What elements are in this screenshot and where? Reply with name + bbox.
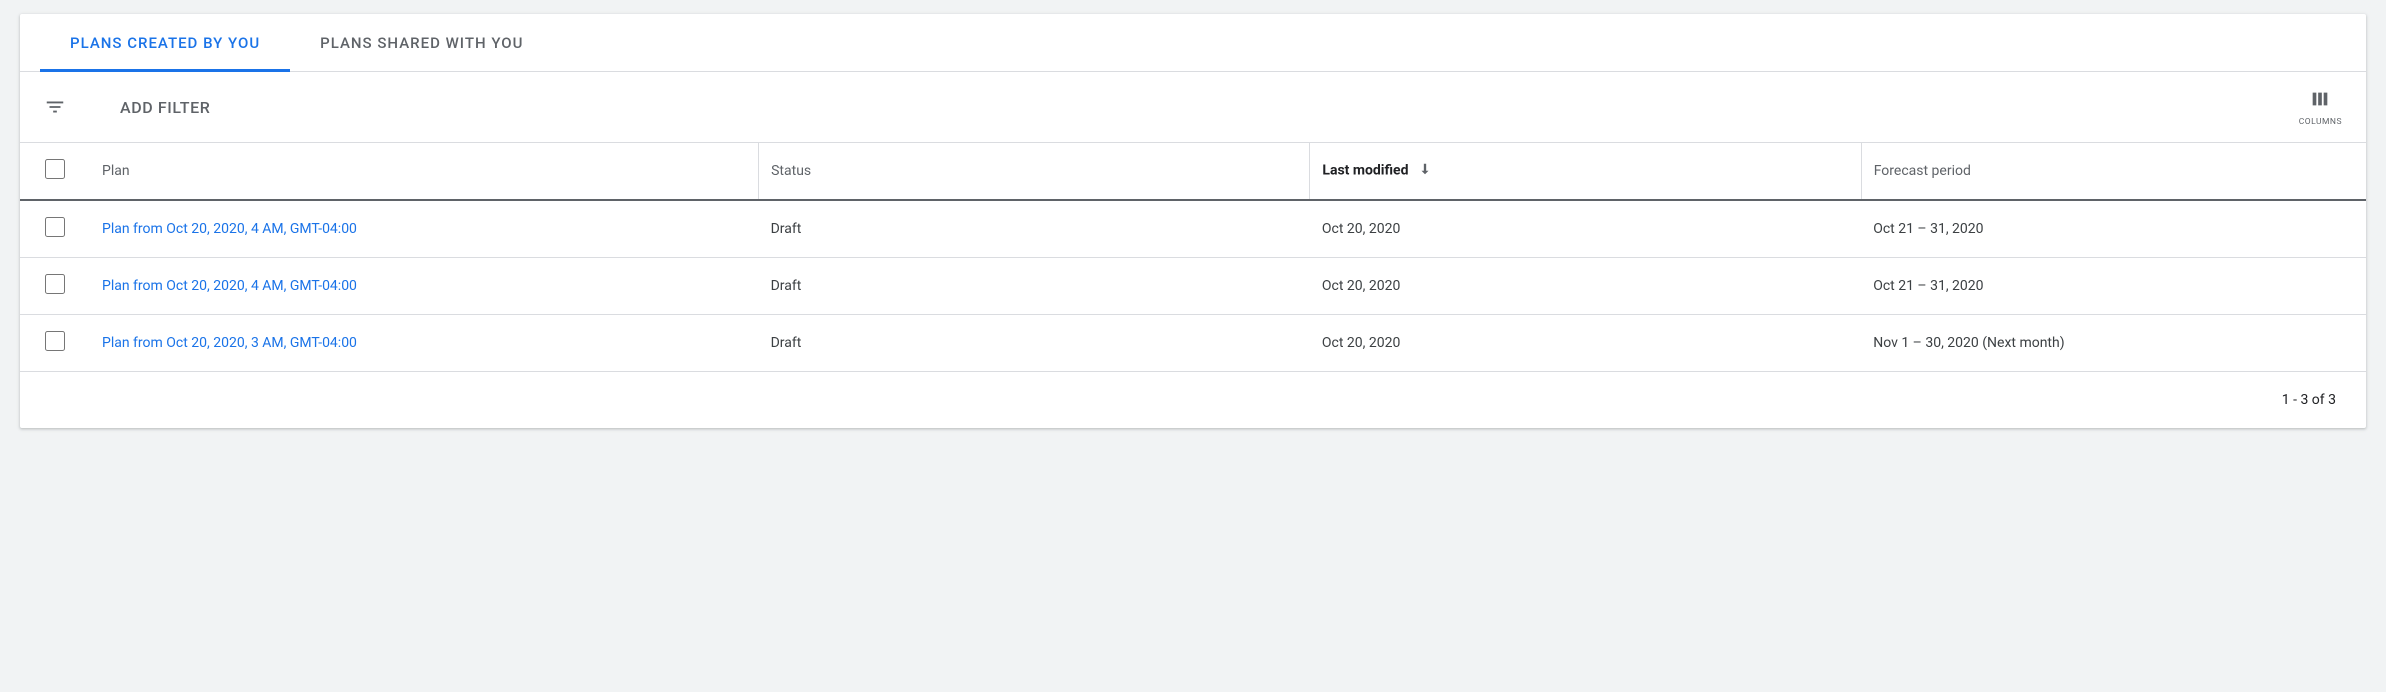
filter-bar-left: ADD FILTER [44,96,210,118]
columns-button[interactable]: COLUMNS [2299,88,2342,127]
tabs-bar: PLANS CREATED BY YOU PLANS SHARED WITH Y… [20,14,2366,72]
header-checkbox-cell [20,143,90,201]
columns-icon [2309,88,2331,113]
row-checkbox-cell [20,315,90,372]
plan-link[interactable]: Plan from Oct 20, 2020, 4 AM, GMT-04:00 [102,221,357,237]
table-row: Plan from Oct 20, 2020, 4 AM, GMT-04:00 D… [20,258,2366,315]
last-modified-cell: Oct 20, 2020 [1310,315,1861,372]
columns-label: COLUMNS [2299,117,2342,127]
sort-descending-icon [1418,162,1432,180]
plan-cell: Plan from Oct 20, 2020, 3 AM, GMT-04:00 [90,315,759,372]
filter-icon[interactable] [44,96,84,118]
header-label: Status [771,163,811,179]
add-filter-button[interactable]: ADD FILTER [120,98,210,117]
header-label: Last modified [1322,163,1408,179]
header-forecast-period[interactable]: Forecast period [1861,143,2366,201]
tab-plans-created-by-you[interactable]: PLANS CREATED BY YOU [40,14,290,71]
header-plan[interactable]: Plan [90,143,759,201]
select-all-checkbox[interactable] [45,159,65,179]
forecast-period-cell: Oct 21 – 31, 2020 [1861,258,2366,315]
forecast-period-cell: Nov 1 – 30, 2020 (Next month) [1861,315,2366,372]
header-label: Plan [102,163,130,179]
filter-bar: ADD FILTER COLUMNS [20,72,2366,142]
status-cell: Draft [759,200,1310,258]
plans-card: PLANS CREATED BY YOU PLANS SHARED WITH Y… [20,14,2366,428]
plans-table: Plan Status Last modified Forecast perio… [20,142,2366,372]
plan-cell: Plan from Oct 20, 2020, 4 AM, GMT-04:00 [90,258,759,315]
pagination-range: 1 - 3 of 3 [2282,392,2336,408]
tab-plans-shared-with-you[interactable]: PLANS SHARED WITH YOU [290,14,553,71]
row-checkbox-cell [20,258,90,315]
status-cell: Draft [759,315,1310,372]
table-footer: 1 - 3 of 3 [20,372,2366,428]
row-checkbox[interactable] [45,217,65,237]
status-cell: Draft [759,258,1310,315]
plan-link[interactable]: Plan from Oct 20, 2020, 3 AM, GMT-04:00 [102,335,357,351]
last-modified-cell: Oct 20, 2020 [1310,258,1861,315]
forecast-period-cell: Oct 21 – 31, 2020 [1861,200,2366,258]
row-checkbox[interactable] [45,274,65,294]
table-row: Plan from Oct 20, 2020, 3 AM, GMT-04:00 D… [20,315,2366,372]
header-last-modified[interactable]: Last modified [1310,143,1861,201]
plan-cell: Plan from Oct 20, 2020, 4 AM, GMT-04:00 [90,200,759,258]
row-checkbox[interactable] [45,331,65,351]
last-modified-cell: Oct 20, 2020 [1310,200,1861,258]
tab-label: PLANS CREATED BY YOU [70,34,260,52]
tab-label: PLANS SHARED WITH YOU [320,34,523,52]
header-status[interactable]: Status [759,143,1310,201]
header-label: Forecast period [1874,163,1971,179]
plan-link[interactable]: Plan from Oct 20, 2020, 4 AM, GMT-04:00 [102,278,357,294]
row-checkbox-cell [20,200,90,258]
table-row: Plan from Oct 20, 2020, 4 AM, GMT-04:00 D… [20,200,2366,258]
